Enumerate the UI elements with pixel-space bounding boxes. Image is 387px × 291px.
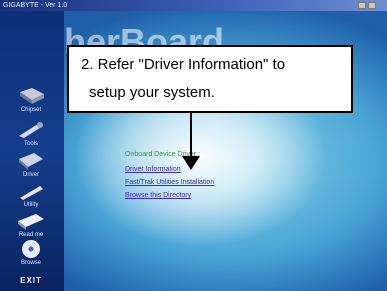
window-title: GIGABYTE - Ver 1.0: [3, 2, 68, 9]
tool-icon: [19, 122, 43, 138]
sidebar-item-label: Browse: [20, 260, 41, 266]
sidebar-item-label: Driver: [23, 172, 39, 178]
callout-line-2: setup your system.: [89, 84, 215, 101]
sidebar-item-utility[interactable]: Utility: [8, 181, 54, 208]
sidebar-item-tools[interactable]: Tools: [8, 120, 54, 147]
menu-heading: Onboard Device Driver :: [125, 151, 201, 158]
book-icon: [18, 214, 44, 230]
chip-icon: [20, 88, 44, 104]
cd-icon: [22, 240, 40, 258]
browse-directory-link[interactable]: Browse this Directory: [125, 192, 214, 199]
disk-icon: [19, 153, 43, 170]
title-bar: GIGABYTE - Ver 1.0: [0, 0, 387, 11]
sidebar-item-driver[interactable]: Driver: [8, 151, 54, 178]
driver-information-link[interactable]: Driver Information: [125, 166, 214, 173]
sidebar-item-readme[interactable]: Read me: [8, 211, 54, 238]
sidebar: Chipset Tools Driver Utility Read me Bro…: [0, 11, 64, 291]
installer-window: GIGABYTE - Ver 1.0 MotherBoard Chipset T…: [0, 0, 387, 291]
sidebar-item-browse[interactable]: Browse: [8, 239, 54, 266]
sidebar-item-label: Chipset: [20, 107, 42, 113]
exit-button[interactable]: EXIT: [8, 270, 54, 288]
minimize-button[interactable]: [358, 2, 366, 9]
sidebar-item-label: Tools: [23, 141, 38, 147]
exit-label: EXIT: [20, 276, 42, 285]
sidebar-item-label: Read me: [18, 232, 44, 238]
sidebar-item-label: Utility: [23, 202, 39, 208]
fasttrak-utilities-link[interactable]: Fast/Trak Utilities Installation: [125, 179, 214, 186]
callout-line-1: 2. Refer "Driver Information" to: [81, 56, 286, 73]
pencil-icon: [19, 186, 43, 200]
close-button[interactable]: [368, 2, 376, 9]
instruction-callout: 2. Refer "Driver Information" to setup y…: [67, 45, 353, 113]
driver-menu: Onboard Device Driver : Driver Informati…: [125, 151, 214, 205]
sidebar-item-chipset[interactable]: Chipset: [8, 86, 54, 113]
